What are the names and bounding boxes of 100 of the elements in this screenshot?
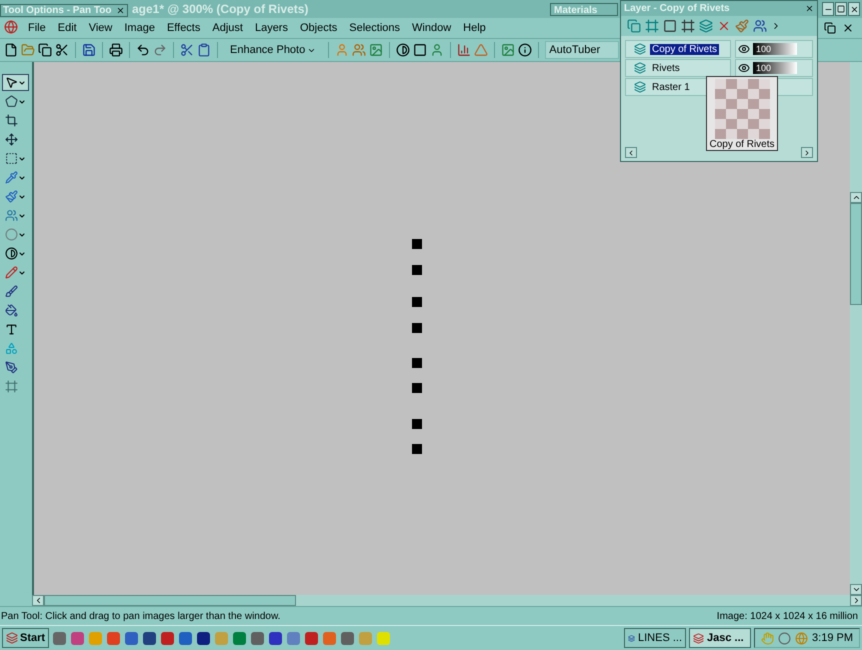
menu-item[interactable]: Selections (343, 22, 406, 34)
scroll-up-button[interactable] (850, 192, 862, 203)
shapes-icon (5, 342, 18, 355)
enhance-photo-button[interactable]: Enhance Photo (224, 44, 322, 56)
menu-item[interactable]: Image (118, 22, 161, 34)
print-icon (109, 43, 123, 57)
task-button[interactable]: Jasc ... (689, 628, 752, 648)
people-icon (5, 209, 18, 222)
layer-tool-icon[interactable] (681, 19, 695, 33)
app-icon[interactable] (142, 630, 158, 646)
close-button[interactable] (848, 2, 860, 16)
contrast-icon (396, 43, 410, 57)
layer-tool-icon[interactable] (663, 19, 677, 33)
picture-button[interactable] (369, 43, 384, 57)
layer-tool-icon[interactable] (753, 19, 767, 33)
cut-button[interactable] (180, 43, 194, 57)
layers-icon (693, 632, 704, 644)
print-button[interactable] (109, 43, 123, 57)
triangle-icon (474, 43, 488, 57)
cut-icon (180, 43, 194, 57)
scissors-button[interactable] (55, 43, 69, 57)
close-icon (842, 22, 854, 34)
close-icon (850, 4, 858, 14)
scroll-thumb[interactable] (44, 595, 296, 606)
menu-item[interactable]: Window (406, 22, 458, 34)
save-button[interactable] (82, 43, 96, 57)
opacity-value: 100 (756, 62, 772, 74)
menu-item[interactable]: Objects (294, 22, 344, 34)
start-button[interactable]: Start (2, 628, 50, 648)
contrast-icon (5, 247, 18, 260)
tool-button[interactable] (2, 74, 29, 91)
app-icon[interactable] (340, 630, 356, 646)
globe-icon (795, 632, 808, 644)
app-icon[interactable] (304, 630, 320, 646)
app-icon[interactable] (196, 630, 212, 646)
square-button[interactable] (413, 43, 428, 57)
scroll-left-button[interactable] (32, 595, 44, 606)
palette-title: Tool Options - Pan Too (3, 5, 112, 16)
layer-name[interactable]: Rivets (650, 62, 682, 74)
opacity-slider[interactable]: 100 (753, 62, 797, 74)
paste-button[interactable] (197, 43, 211, 57)
copy-button[interactable] (38, 43, 52, 57)
layer-row[interactable]: Copy of Rivets (625, 40, 731, 58)
menu-item[interactable]: Effects (160, 22, 206, 34)
menu-item[interactable]: Layers (248, 22, 294, 34)
scroll-thumb[interactable] (850, 203, 862, 305)
restore-icon (824, 22, 836, 34)
menu-item[interactable]: Adjust (206, 22, 249, 34)
close-icon[interactable] (805, 4, 814, 13)
scroll-right-button[interactable] (850, 595, 862, 606)
new-button[interactable] (4, 43, 18, 57)
layer-row[interactable]: Rivets (625, 59, 731, 77)
app-icon[interactable] (124, 630, 140, 646)
task-button[interactable]: LINES ... (624, 628, 686, 648)
square-icon (413, 43, 428, 57)
info-button[interactable] (518, 43, 532, 57)
people-button[interactable] (352, 43, 366, 57)
app-icon[interactable] (250, 630, 266, 646)
app-icon[interactable] (160, 630, 176, 646)
preset-field[interactable]: AutoTuber (545, 41, 620, 59)
app-icon[interactable] (52, 630, 68, 646)
restore-button[interactable] (835, 2, 847, 16)
dropper-icon (5, 171, 18, 184)
save-icon (82, 43, 96, 57)
info-icon (518, 43, 532, 57)
caret-icon (18, 230, 26, 238)
menu-item[interactable]: File (22, 22, 52, 34)
menu-item[interactable]: Help (457, 22, 492, 34)
brush-icon (5, 190, 18, 203)
person-icon (430, 43, 444, 57)
app-icon[interactable] (178, 630, 194, 646)
image-info: Image: 1024 x 1024 x 16 million (716, 610, 858, 622)
scissors-icon (55, 43, 69, 57)
chart-button[interactable] (457, 43, 472, 57)
restore-icon (837, 5, 845, 13)
layer-tool-icon[interactable] (717, 19, 731, 33)
caret-icon (18, 98, 26, 106)
scroll-down-button[interactable] (850, 584, 862, 595)
contrast-button[interactable] (396, 43, 410, 57)
layer-icon (634, 81, 646, 93)
minimize-button[interactable] (822, 2, 834, 16)
layer-name[interactable]: Raster 1 (650, 82, 692, 92)
close-icon[interactable] (116, 6, 125, 15)
layers-icon (6, 632, 18, 644)
new-icon (4, 43, 18, 57)
caret-icon (18, 250, 26, 258)
menu-item[interactable]: View (82, 22, 118, 34)
layer-name[interactable]: Copy of Rivets (650, 44, 720, 54)
palette-title: Layer - Copy of Rivets (624, 3, 730, 14)
visibility-icon[interactable] (738, 43, 750, 55)
app-icon[interactable] (268, 630, 284, 646)
menu-item[interactable]: Edit (52, 22, 83, 34)
opacity-slider[interactable]: 100 (753, 43, 797, 55)
undo-button[interactable] (136, 43, 150, 57)
caret-icon (18, 174, 26, 182)
hand-icon (761, 632, 774, 644)
visibility-icon[interactable] (738, 62, 750, 74)
selection-icon (5, 95, 18, 108)
triangle-button[interactable] (474, 43, 488, 57)
brush-icon (5, 285, 18, 298)
